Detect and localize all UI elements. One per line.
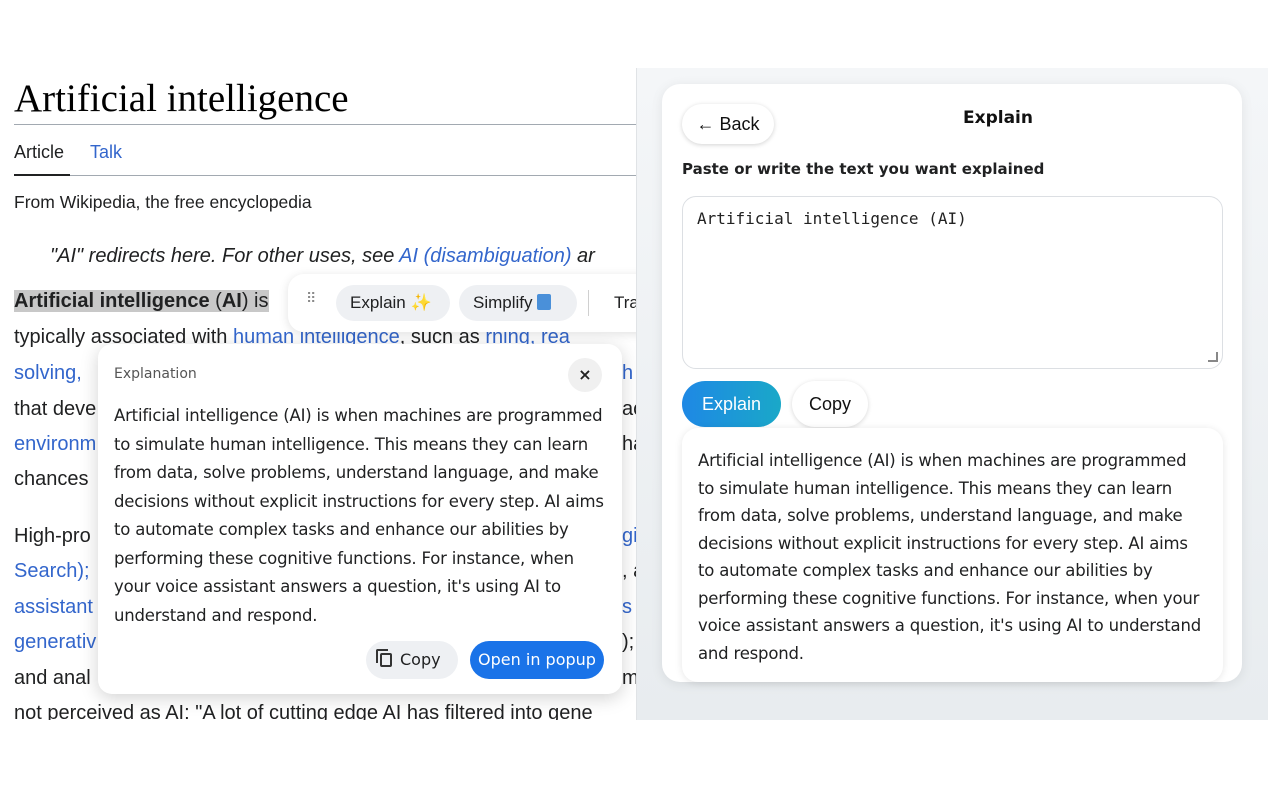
- article-line[interactable]: generativ: [14, 631, 96, 654]
- site-subtitle: From Wikipedia, the free encyclopedia: [14, 192, 312, 212]
- copy-button[interactable]: Copy: [792, 381, 868, 427]
- hatnote-suffix: ar: [571, 245, 595, 267]
- explain-label: Explain: [350, 293, 406, 312]
- close-icon[interactable]: ×: [568, 358, 602, 392]
- drag-handle-icon[interactable]: ⠿: [306, 291, 320, 313]
- article-line[interactable]: environm: [14, 433, 96, 456]
- popup-label: Explanation: [114, 366, 197, 382]
- result-text: Artificial intelligence (AI) is when mac…: [698, 451, 1202, 663]
- page-title: Artificial intelligence: [14, 77, 349, 120]
- sparkle-icon: ✨: [410, 293, 432, 312]
- article-line[interactable]: assistant: [14, 596, 93, 619]
- explain-button[interactable]: Explain: [682, 381, 781, 427]
- copy-icon: [376, 649, 392, 667]
- book-icon: [536, 294, 551, 310]
- toolbar-simplify-button[interactable]: Simplify: [459, 285, 577, 321]
- article-link[interactable]: h: [622, 362, 633, 385]
- explain-text-input[interactable]: Artificial intelligence (AI): [682, 196, 1223, 369]
- simplify-label: Simplify: [473, 293, 533, 312]
- selected-text: ) is: [241, 290, 269, 312]
- copy-label: Copy: [400, 650, 441, 669]
- tab-article[interactable]: Article: [14, 142, 64, 163]
- tab-divider: [14, 175, 640, 176]
- article-line: Artificial intelligence (AI) is: [14, 290, 269, 313]
- title-divider: [14, 124, 640, 125]
- active-tab-indicator: [14, 174, 70, 176]
- result-box: Artificial intelligence (AI) is when mac…: [682, 428, 1223, 682]
- selection-toolbar: ⠿ Explain ✨ Simplify Tra: [288, 274, 668, 332]
- popup-copy-button[interactable]: Copy: [366, 641, 458, 679]
- explain-panel: ← Back Explain Paste or write the text y…: [662, 84, 1242, 682]
- article-line: that deve: [14, 398, 97, 420]
- resize-handle-icon[interactable]: [1208, 352, 1218, 362]
- article-line: chances: [14, 468, 89, 490]
- article-line: not perceived as AI: "A lot of cutting e…: [14, 702, 593, 720]
- selected-text: (: [209, 290, 222, 312]
- article-line: High-pro: [14, 525, 91, 547]
- article-line: and anal: [14, 667, 91, 689]
- article-line[interactable]: Search);: [14, 560, 90, 583]
- explanation-text: Artificial intelligence (AI) is when mac…: [114, 406, 604, 625]
- disambiguation-link[interactable]: AI (disambiguation): [399, 245, 571, 267]
- open-in-popup-button[interactable]: Open in popup: [470, 641, 604, 679]
- selected-text: AI: [221, 290, 242, 312]
- toolbar-explain-button[interactable]: Explain ✨: [336, 285, 450, 321]
- tab-talk[interactable]: Talk: [90, 142, 122, 163]
- selected-text: Artificial intelligence: [14, 290, 210, 312]
- explanation-popup: Explanation × Artificial intelligence (A…: [98, 344, 622, 694]
- panel-title: Explain: [963, 108, 1033, 128]
- input-label: Paste or write the text you want explain…: [682, 160, 1045, 178]
- hatnote: "AI" redirects here. For other uses, see…: [50, 245, 595, 268]
- article-text: );: [622, 631, 635, 653]
- hatnote-text: "AI" redirects here. For other uses, see: [50, 245, 400, 267]
- article-line[interactable]: solving,: [14, 362, 82, 385]
- toolbar-separator: [588, 290, 589, 316]
